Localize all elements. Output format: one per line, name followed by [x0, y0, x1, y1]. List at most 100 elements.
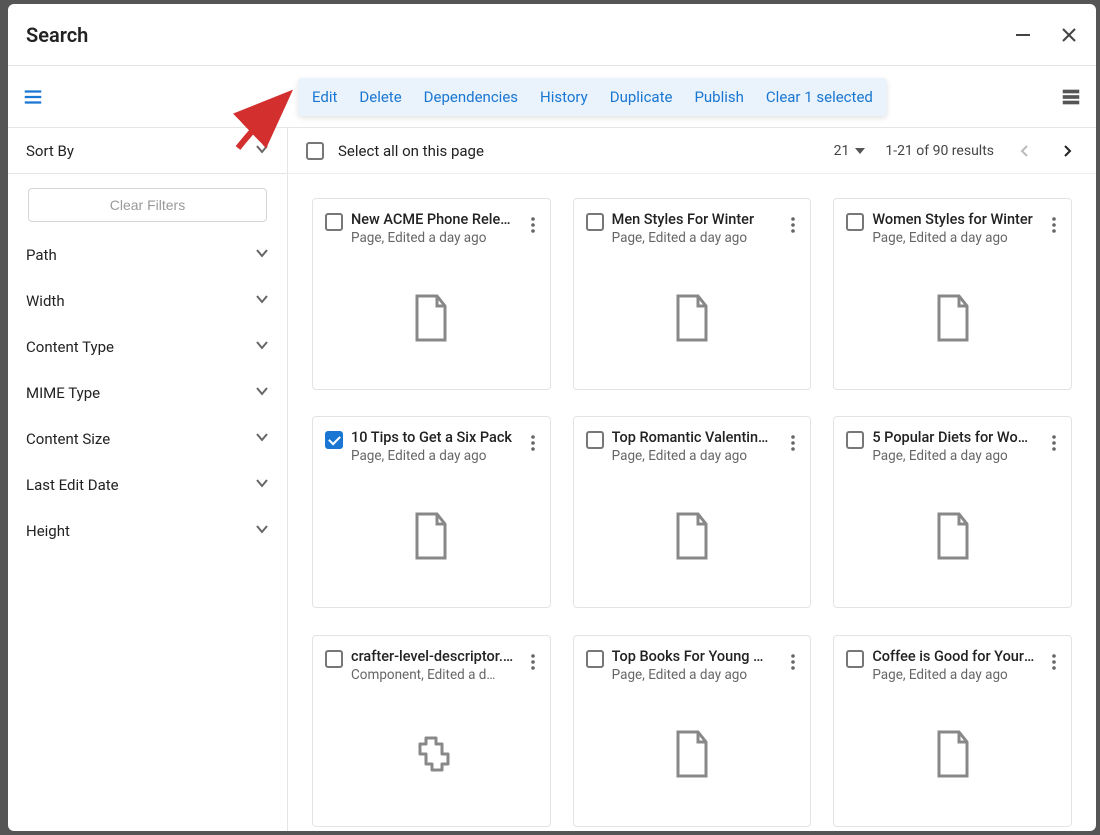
select-all-checkbox[interactable]	[306, 142, 324, 160]
card-subtitle: Component, Edited a d…	[351, 667, 514, 683]
filter-sidebar: Sort By Clear Filters Path Width Content T…	[8, 128, 288, 831]
clear-filters-button[interactable]: Clear Filters	[28, 188, 267, 222]
card-checkbox[interactable]	[586, 650, 604, 668]
card-checkbox[interactable]	[846, 213, 864, 231]
chevron-down-icon	[255, 142, 269, 160]
card-menu-button[interactable]	[782, 648, 804, 676]
filter-label: MIME Type	[26, 384, 100, 402]
card-subtitle: Page, Edited a day ago	[872, 667, 1035, 683]
dropdown-icon	[855, 148, 865, 154]
result-card[interactable]: Men Styles For Winter Page, Edited a day …	[573, 198, 812, 390]
card-title: 5 Popular Diets for Wo…	[872, 429, 1035, 446]
view-mode-toggle[interactable]	[1046, 86, 1096, 108]
action-history[interactable]: History	[540, 88, 588, 106]
page-size-select[interactable]: 21	[834, 143, 866, 159]
card-title: Women Styles for Winter	[872, 211, 1035, 228]
result-card[interactable]: New ACME Phone Relea… Page, Edited a day …	[312, 198, 551, 390]
card-checkbox[interactable]	[586, 213, 604, 231]
card-title: Men Styles For Winter	[612, 211, 775, 228]
action-clear-selected[interactable]: Clear 1 selected	[766, 88, 873, 106]
card-subtitle: Page, Edited a day ago	[351, 448, 514, 464]
action-delete[interactable]: Delete	[359, 88, 401, 106]
result-card[interactable]: Top Romantic Valentine…Page, Edited a da…	[573, 416, 812, 608]
filter-label: Height	[26, 522, 70, 540]
result-card[interactable]: crafter-level-descriptor.…Component, Edi…	[312, 635, 551, 827]
card-menu-button[interactable]	[782, 429, 804, 457]
chevron-down-icon	[255, 338, 269, 356]
result-card[interactable]: 10 Tips to Get a Six PackPage, Edited a …	[312, 416, 551, 608]
result-card[interactable]: Coffee is Good for Your … Page, Edited a …	[833, 635, 1072, 827]
card-checkbox[interactable]	[586, 431, 604, 449]
card-menu-button[interactable]	[1043, 429, 1065, 457]
filter-label: Width	[26, 292, 65, 310]
card-subtitle: Page, Edited a day ago	[872, 230, 1035, 246]
card-preview	[313, 464, 550, 607]
chevron-down-icon	[255, 384, 269, 402]
page-icon	[933, 730, 973, 778]
action-dependencies[interactable]: Dependencies	[424, 88, 518, 106]
filter-label: Path	[26, 246, 57, 264]
close-button[interactable]	[1060, 26, 1078, 44]
page-icon	[672, 730, 712, 778]
page-icon	[933, 294, 973, 342]
sort-by-toggle[interactable]: Sort By	[8, 128, 287, 174]
action-publish[interactable]: Publish	[694, 88, 743, 106]
action-duplicate[interactable]: Duplicate	[610, 88, 673, 106]
card-checkbox[interactable]	[325, 650, 343, 668]
page-icon	[672, 512, 712, 560]
next-page-button[interactable]	[1056, 140, 1078, 162]
result-card[interactable]: Top Books For Young W… Page, Edited a day…	[573, 635, 812, 827]
filter-row[interactable]: Height	[8, 508, 287, 554]
chevron-down-icon	[255, 246, 269, 264]
card-preview	[313, 246, 550, 389]
cards-grid: New ACME Phone Relea… Page, Edited a day …	[288, 174, 1096, 831]
card-preview	[574, 683, 811, 826]
card-checkbox[interactable]	[846, 650, 864, 668]
prev-page-button[interactable]	[1014, 140, 1036, 162]
chevron-down-icon	[255, 476, 269, 494]
card-preview	[834, 683, 1071, 826]
result-card[interactable]: 5 Popular Diets for Wo… Page, Edited a da…	[833, 416, 1072, 608]
card-checkbox[interactable]	[325, 431, 343, 449]
title-bar: Search	[8, 4, 1096, 66]
card-title: New ACME Phone Relea…	[351, 211, 514, 228]
filter-row[interactable]: Path	[8, 232, 287, 278]
card-menu-button[interactable]	[522, 648, 544, 676]
action-edit[interactable]: Edit	[312, 88, 337, 106]
chevron-down-icon	[255, 430, 269, 448]
card-subtitle: Page, Edited a day ago	[612, 230, 775, 246]
page-icon	[411, 512, 451, 560]
card-menu-button[interactable]	[1043, 211, 1065, 239]
card-menu-button[interactable]	[522, 429, 544, 457]
card-subtitle: Page, Edited a day ago	[612, 667, 775, 683]
results-area: Select all on this page 21 1-21 of 90 re…	[288, 128, 1096, 831]
card-menu-button[interactable]	[782, 211, 804, 239]
card-subtitle: Page, Edited a day ago	[872, 448, 1035, 464]
result-card[interactable]: Women Styles for Winter Page, Edited a da…	[833, 198, 1072, 390]
filter-label: Last Edit Date	[26, 476, 119, 494]
list-view-icon	[1060, 86, 1082, 108]
card-preview	[313, 683, 550, 826]
chevron-down-icon	[255, 292, 269, 310]
filter-row[interactable]: Width	[8, 278, 287, 324]
card-menu-button[interactable]	[1043, 648, 1065, 676]
sort-by-label: Sort By	[26, 142, 74, 160]
card-subtitle: Page, Edited a day ago	[351, 230, 514, 246]
filter-row[interactable]: MIME Type	[8, 370, 287, 416]
filter-row[interactable]: Content Size	[8, 416, 287, 462]
card-checkbox[interactable]	[846, 431, 864, 449]
filter-row[interactable]: Last Edit Date	[8, 462, 287, 508]
toolbar-row: Edit Delete Dependencies History Duplica…	[8, 66, 1096, 128]
results-count-text: 1-21 of 90 results	[885, 143, 994, 159]
card-menu-button[interactable]	[522, 211, 544, 239]
page-title: Search	[26, 23, 88, 47]
card-checkbox[interactable]	[325, 213, 343, 231]
minimize-button[interactable]	[1014, 26, 1032, 44]
menu-toggle-button[interactable]	[8, 86, 58, 108]
card-title: Coffee is Good for Your …	[872, 648, 1035, 665]
card-title: Top Books For Young W…	[612, 648, 775, 665]
page-icon	[933, 512, 973, 560]
filter-row[interactable]: Content Type	[8, 324, 287, 370]
card-preview	[574, 464, 811, 607]
chevron-down-icon	[255, 522, 269, 540]
